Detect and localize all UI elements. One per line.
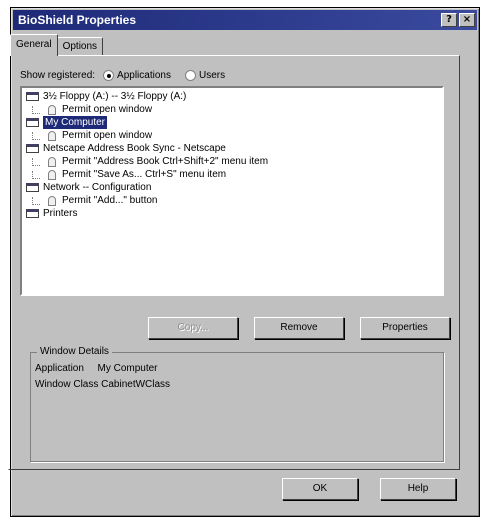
window-icon [26, 183, 39, 192]
tree-node-label: Permit "Save As... Ctrl+S" menu item [62, 169, 227, 180]
window-icon [26, 144, 39, 153]
tree-node[interactable]: Permit open window [26, 103, 438, 116]
radio-applications[interactable]: Applications [103, 70, 171, 81]
tree-node-label: 3½ Floppy (A:) -- 3½ Floppy (A:) [43, 91, 187, 102]
help-icon[interactable]: ? [441, 13, 457, 27]
registered-tree[interactable]: 3½ Floppy (A:) -- 3½ Floppy (A:) Permit … [20, 86, 444, 296]
key-icon [48, 156, 56, 167]
ok-button[interactable]: OK [282, 478, 358, 500]
title-bar[interactable]: BioShield Properties ? × [13, 10, 477, 30]
show-registered-label: Show registered: [20, 70, 96, 81]
show-registered-row: Show registered: Applications Users [20, 70, 231, 81]
key-icon [48, 169, 56, 180]
tree-node-label: Permit "Add..." button [62, 195, 158, 206]
window-class-row: Window Class CabinetWClass [35, 379, 170, 390]
tree-connector [32, 196, 40, 205]
key-icon [48, 195, 56, 206]
radio-selected-icon[interactable] [103, 70, 115, 81]
help-button[interactable]: Help [380, 478, 456, 500]
radio-applications-label: Applications [117, 70, 171, 81]
tree-node[interactable]: Network -- Configuration [26, 181, 438, 194]
tree-node[interactable]: 3½ Floppy (A:) -- 3½ Floppy (A:) [26, 90, 438, 103]
tree-node[interactable]: Netscape Address Book Sync - Netscape [26, 142, 438, 155]
tree-connector [32, 105, 40, 114]
window-class-label: Window Class [35, 379, 99, 390]
tree-node[interactable]: Permit "Add..." button [26, 194, 438, 207]
tree-node-label-selected: My Computer [43, 116, 108, 129]
tree-node-label: Printers [43, 208, 78, 219]
radio-users-label: Users [198, 70, 226, 81]
application-row: Application My Computer [35, 363, 158, 374]
tab-strip: General Options [10, 34, 104, 56]
window-details-group: Window Details Application My Computer W… [30, 346, 444, 462]
tree-node[interactable]: Permit "Save As... Ctrl+S" menu item [26, 168, 438, 181]
tree-node[interactable]: My Computer [26, 116, 438, 129]
key-icon [48, 130, 56, 141]
copy-button[interactable]: Copy... [148, 317, 238, 339]
radio-users[interactable]: Users [184, 70, 226, 81]
window-class-value: CabinetWClass [101, 379, 171, 390]
tree-connector [32, 131, 40, 140]
application-value: My Computer [97, 363, 158, 374]
remove-button[interactable]: Remove [254, 317, 344, 339]
window-icon [26, 118, 39, 127]
tree-node[interactable]: Permit "Address Book Ctrl+Shift+2" menu … [26, 155, 438, 168]
tree-node[interactable]: Permit open window [26, 129, 438, 142]
tree-connector [32, 157, 40, 166]
application-label: Application [35, 363, 84, 374]
key-icon [48, 104, 56, 115]
tree-node-label: Permit "Address Book Ctrl+Shift+2" menu … [62, 156, 269, 167]
window-icon [26, 209, 39, 218]
window-details-title: Window Details [37, 346, 112, 357]
tab-general[interactable]: General [10, 34, 58, 56]
tree-node-label: Permit open window [62, 104, 153, 115]
close-icon[interactable]: × [459, 13, 475, 27]
window-title: BioShield Properties [18, 13, 137, 27]
radio-unselected-icon[interactable] [184, 70, 196, 81]
tab-options[interactable]: Options [56, 37, 104, 56]
properties-button[interactable]: Properties [360, 317, 450, 339]
tree-node-label: Permit open window [62, 130, 153, 141]
tree-connector [32, 170, 40, 179]
tree-node[interactable]: Printers [26, 207, 438, 220]
tree-node-label: Netscape Address Book Sync - Netscape [43, 143, 226, 154]
tree-node-label: Network -- Configuration [43, 182, 152, 193]
window-icon [26, 92, 39, 101]
